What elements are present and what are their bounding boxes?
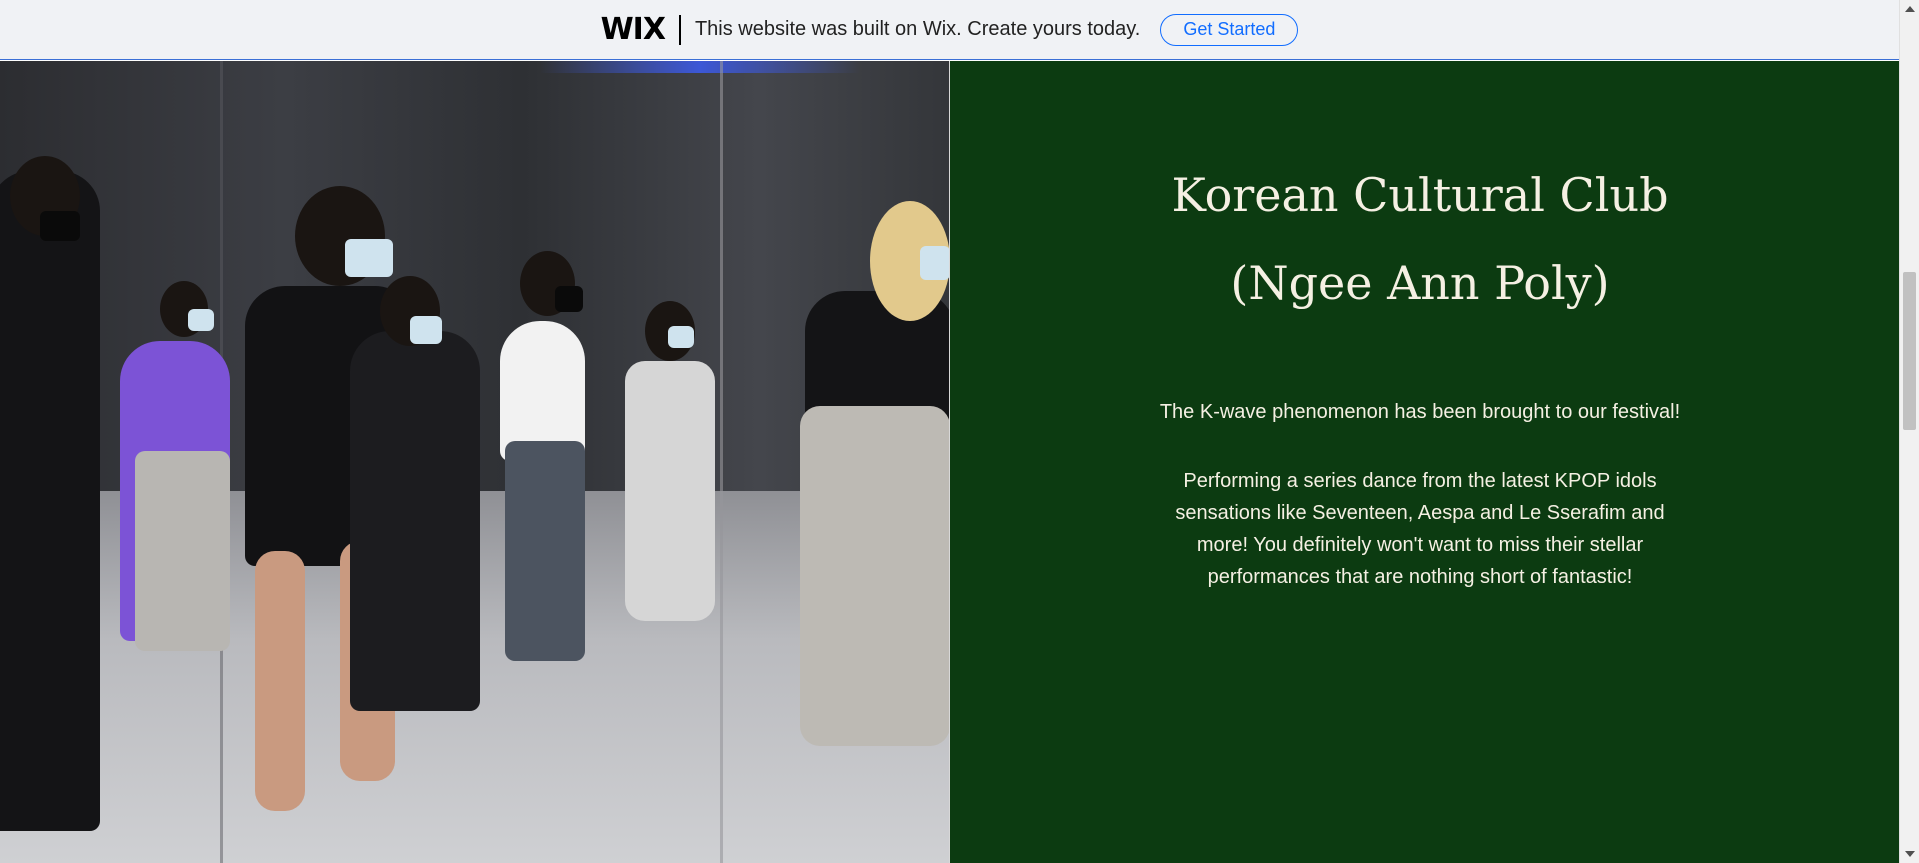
dancer-figure [255,551,305,811]
dance-class-photo [0,61,949,863]
page-scrollbar[interactable] [1899,0,1919,863]
face-mask [345,239,393,277]
club-title-line2: (Ngee Ann Poly) [1230,256,1610,310]
wix-promo-banner: WIX This website was built on Wix. Creat… [0,0,1899,60]
club-description: Performing a series dance from the lates… [1175,470,1665,588]
club-info-panel: Korean Cultural Club (Ngee Ann Poly) The… [949,61,1899,863]
banner-message: This website was built on Wix. Create yo… [694,18,1141,40]
wix-logo[interactable]: WIX [601,12,666,47]
face-mask [188,309,214,331]
face-mask [920,246,949,280]
face-mask [555,286,583,312]
club-title-line1: Korean Cultural Club [1171,168,1669,222]
photo-ceiling-light [540,61,860,73]
club-section: Korean Cultural Club (Ngee Ann Poly) The… [0,61,1899,863]
dancer-figure [0,171,100,831]
dancer-figure [135,451,230,651]
face-mask [410,316,442,344]
dancer-figure [625,361,715,621]
scroll-up-arrow-icon[interactable] [1905,6,1915,12]
get-started-button[interactable]: Get Started [1160,13,1299,46]
scroll-down-arrow-icon[interactable] [1905,851,1915,857]
face-mask [40,211,80,241]
face-mask [668,326,694,348]
banner-divider [678,14,681,45]
club-title: Korean Cultural Club (Ngee Ann Poly) [950,151,1890,327]
dancer-figure [800,406,949,746]
dancer-figure [500,321,585,461]
scroll-thumb[interactable] [1903,272,1916,430]
club-intro: The K-wave phenomenon has been brought t… [1159,401,1681,423]
dancer-figure [505,441,585,661]
dancer-figure [350,331,480,711]
mirror-edge [720,61,723,863]
